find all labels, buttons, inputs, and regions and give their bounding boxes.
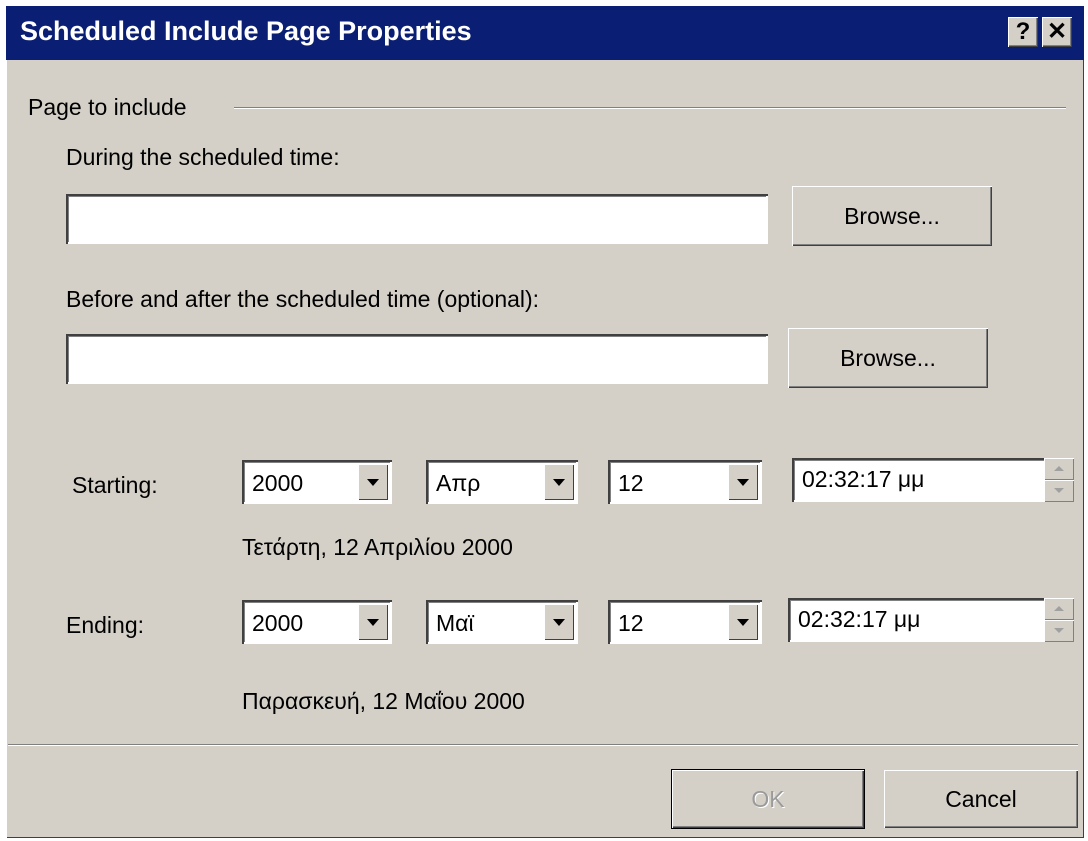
- dialog-window: Scheduled Include Page Properties ? ✕ Pa…: [6, 6, 1084, 838]
- starting-time-spinner[interactable]: 02:32:17 μμ: [792, 458, 1074, 502]
- title-bar[interactable]: Scheduled Include Page Properties ? ✕: [6, 6, 1084, 60]
- ending-month-value: Μαϊ: [436, 610, 474, 636]
- chevron-down-icon[interactable]: [728, 604, 758, 640]
- ending-label: Ending:: [66, 612, 145, 638]
- starting-day-select[interactable]: 12: [608, 460, 762, 504]
- bottom-divider: [8, 744, 1078, 746]
- group-label: Page to include: [28, 94, 187, 120]
- starting-date-text: Τετάρτη, 12 Απριλίου 2000: [242, 534, 513, 560]
- beforeafter-label: Before and after the scheduled time (opt…: [66, 286, 540, 312]
- chevron-down-icon[interactable]: [544, 604, 574, 640]
- chevron-down-icon[interactable]: [544, 464, 574, 500]
- beforeafter-field[interactable]: [66, 334, 768, 384]
- ending-date-text: Παρασκευή, 12 Μαΐου 2000: [242, 688, 525, 714]
- spin-up-icon[interactable]: [1044, 598, 1074, 620]
- ending-day-value: 12: [618, 610, 644, 636]
- help-button[interactable]: ?: [1008, 17, 1038, 47]
- ok-button[interactable]: OK: [672, 770, 864, 828]
- chevron-down-icon[interactable]: [358, 604, 388, 640]
- starting-day-value: 12: [618, 470, 644, 496]
- chevron-down-icon[interactable]: [358, 464, 388, 500]
- starting-month-value: Απρ: [436, 470, 481, 496]
- during-field[interactable]: [66, 194, 768, 244]
- spin-up-icon[interactable]: [1044, 458, 1074, 480]
- browse-beforeafter-button[interactable]: Browse...: [788, 328, 988, 388]
- ending-time-spinner[interactable]: 02:32:17 μμ: [788, 598, 1074, 642]
- spin-down-icon[interactable]: [1044, 620, 1074, 642]
- ending-year-select[interactable]: 2000: [242, 600, 392, 644]
- during-label: During the scheduled time:: [66, 144, 340, 170]
- window-title: Scheduled Include Page Properties: [20, 16, 472, 46]
- starting-time-value: 02:32:17 μμ: [802, 466, 925, 492]
- spin-down-icon[interactable]: [1044, 480, 1074, 502]
- starting-year-select[interactable]: 2000: [242, 460, 392, 504]
- ending-time-value: 02:32:17 μμ: [798, 606, 921, 632]
- ending-month-select[interactable]: Μαϊ: [426, 600, 578, 644]
- cancel-button[interactable]: Cancel: [884, 770, 1078, 828]
- close-button[interactable]: ✕: [1042, 17, 1072, 47]
- group-divider: [234, 107, 1066, 109]
- starting-label: Starting:: [72, 472, 158, 498]
- chevron-down-icon[interactable]: [728, 464, 758, 500]
- starting-month-select[interactable]: Απρ: [426, 460, 578, 504]
- ending-day-select[interactable]: 12: [608, 600, 762, 644]
- browse-during-button[interactable]: Browse...: [792, 186, 992, 246]
- starting-year-value: 2000: [252, 470, 304, 496]
- ending-year-value: 2000: [252, 610, 304, 636]
